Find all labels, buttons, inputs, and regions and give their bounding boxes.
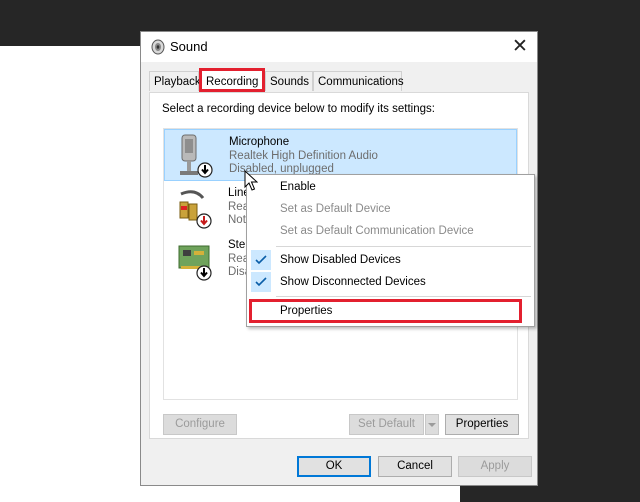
close-icon: ✕ — [512, 36, 528, 57]
tab-playback[interactable]: Playback — [149, 71, 201, 91]
menu-separator — [276, 246, 531, 247]
chevron-down-icon — [428, 423, 436, 427]
menu-item-label: Enable — [280, 181, 316, 193]
menu-item-label: Set as Default Device — [280, 203, 391, 215]
mouse-pointer-icon — [244, 170, 258, 191]
checkmark-icon — [251, 250, 271, 270]
ok-button[interactable]: OK — [297, 456, 371, 477]
context-menu: Enable Set as Default Device Set as Defa… — [246, 174, 535, 327]
menu-item-label: Show Disconnected Devices — [280, 276, 426, 288]
title-bar: Sound ✕ — [141, 32, 537, 62]
menu-item-set-default-communication-device[interactable]: Set as Default Communication Device — [247, 220, 534, 242]
close-button[interactable]: ✕ — [503, 32, 537, 62]
checkmark-icon — [251, 272, 271, 292]
menu-item-label: Show Disabled Devices — [280, 254, 401, 266]
speaker-icon — [151, 39, 165, 55]
menu-separator — [276, 296, 531, 297]
microphone-icon — [180, 134, 213, 178]
tab-communications[interactable]: Communications — [313, 71, 404, 91]
menu-item-show-disabled-devices[interactable]: Show Disabled Devices — [247, 249, 534, 271]
tab-sounds[interactable]: Sounds — [265, 71, 313, 91]
menu-item-enable[interactable]: Enable — [247, 176, 534, 198]
sound-card-icon — [178, 245, 212, 281]
configure-button[interactable]: Configure — [163, 414, 237, 435]
device-driver: Realtek High Definition Audio — [229, 150, 378, 162]
device-name: Microphone — [229, 136, 290, 148]
tab-recording[interactable]: Recording — [199, 68, 265, 92]
instruction-text: Select a recording device below to modif… — [162, 103, 435, 115]
properties-button[interactable]: Properties — [445, 414, 519, 435]
cancel-button[interactable]: Cancel — [378, 456, 452, 477]
set-default-button[interactable]: Set Default — [349, 414, 424, 435]
menu-item-label: Set as Default Communication Device — [280, 225, 474, 237]
menu-item-show-disconnected-devices[interactable]: Show Disconnected Devices — [247, 271, 534, 293]
line-in-jack-icon — [179, 190, 212, 229]
properties-highlight-box — [249, 299, 522, 323]
device-status: Not — [228, 214, 246, 226]
apply-button[interactable]: Apply — [458, 456, 532, 477]
set-default-dropdown[interactable] — [425, 414, 439, 435]
window-title: Sound — [170, 39, 208, 54]
menu-item-set-default-device[interactable]: Set as Default Device — [247, 198, 534, 220]
